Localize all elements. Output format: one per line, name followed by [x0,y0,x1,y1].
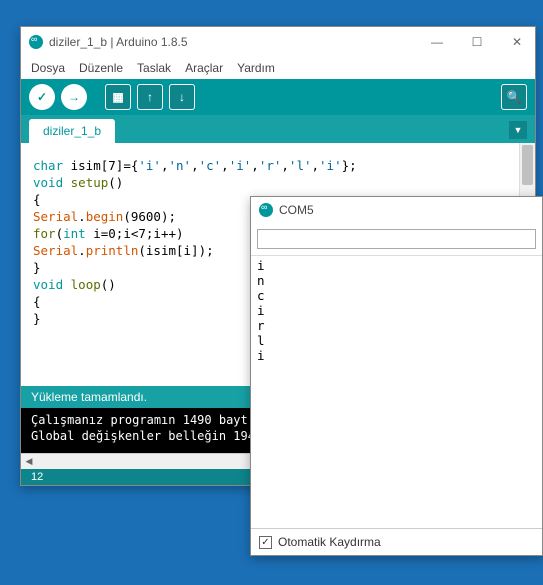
open-button[interactable]: ↑ [137,84,163,110]
menu-help[interactable]: Yardım [237,61,275,75]
menu-file[interactable]: Dosya [31,61,65,75]
close-button[interactable]: ✕ [507,35,527,49]
autoscroll-label: Otomatik Kaydırma [278,535,381,549]
maximize-button[interactable]: ☐ [467,35,487,49]
tabbar: diziler_1_b ▼ [21,115,535,143]
serial-monitor-window: COM5 i n c i r l i ✓ Otomatik Kaydırma [250,196,543,556]
arduino-logo-icon [29,35,43,49]
serial-line: i [257,303,536,318]
menubar: Dosya Düzenle Taslak Araçlar Yardım [21,57,535,79]
serial-input-row [251,223,542,256]
tab-menu-button[interactable]: ▼ [509,121,527,139]
scroll-left-icon[interactable]: ◀ [21,456,37,467]
titlebar[interactable]: diziler_1_b | Arduino 1.8.5 — ☐ ✕ [21,27,535,57]
serial-line: c [257,288,536,303]
serial-line: i [257,258,536,273]
serial-monitor-button[interactable]: 🔍 [501,84,527,110]
window-controls: — ☐ ✕ [427,35,527,49]
window-title: diziler_1_b | Arduino 1.8.5 [49,35,188,49]
serial-line: i [257,348,536,363]
menu-edit[interactable]: Düzenle [79,61,123,75]
arduino-logo-icon [259,203,273,217]
sketch-tab[interactable]: diziler_1_b [29,119,115,143]
serial-line: r [257,318,536,333]
serial-footer: ✓ Otomatik Kaydırma [251,528,542,555]
serial-line: l [257,333,536,348]
serial-output[interactable]: i n c i r l i [251,256,542,528]
serial-line: n [257,273,536,288]
serial-title: COM5 [279,203,314,217]
autoscroll-checkbox[interactable]: ✓ [259,536,272,549]
serial-send-input[interactable] [257,229,536,249]
new-button[interactable]: ▦ [105,84,131,110]
menu-sketch[interactable]: Taslak [137,61,171,75]
minimize-button[interactable]: — [427,35,447,49]
verify-button[interactable]: ✓ [29,84,55,110]
menu-tools[interactable]: Araçlar [185,61,223,75]
serial-titlebar[interactable]: COM5 [251,197,542,223]
save-button[interactable]: ↓ [169,84,195,110]
upload-button[interactable]: → [61,84,87,110]
toolbar: ✓ → ▦ ↑ ↓ 🔍 [21,79,535,115]
